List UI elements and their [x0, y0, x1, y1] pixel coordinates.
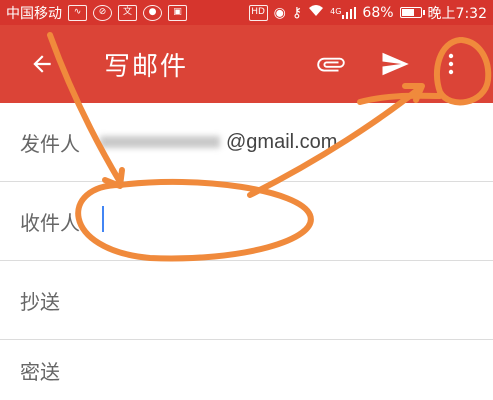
bcc-label: 密送	[20, 359, 60, 384]
eye-icon: ◉	[273, 4, 286, 21]
link-icon: ⊘	[93, 4, 112, 21]
key-icon: ⚷	[291, 4, 303, 21]
app-notification-icon: ▣	[168, 4, 187, 21]
status-bar: 中国移动 ∿ ⊘ 文 ● ▣ HD ◉ ⚷ 4G 68% 晚上7:32	[0, 0, 493, 25]
text-cursor	[102, 205, 104, 232]
from-row[interactable]: 发件人 @gmail.com	[0, 103, 493, 182]
to-input[interactable]	[100, 205, 104, 237]
battery-fill	[401, 9, 414, 16]
more-vert-icon	[448, 53, 454, 75]
from-label: 发件人	[20, 131, 80, 156]
from-domain: @gmail.com	[226, 130, 338, 153]
bcc-row[interactable]: 密送	[0, 340, 493, 400]
cc-label: 抄送	[20, 289, 60, 314]
from-value[interactable]: @gmail.com	[100, 131, 337, 154]
redacted-address	[100, 136, 220, 149]
status-right: HD ◉ ⚷ 4G 68% 晚上7:32	[248, 3, 487, 23]
translate-icon: 文	[118, 4, 137, 21]
cc-row[interactable]: 抄送	[0, 261, 493, 340]
clock: 晚上7:32	[427, 5, 487, 22]
battery-percent: 68%	[362, 4, 394, 21]
activity-icon: ∿	[68, 4, 87, 21]
more-options-button[interactable]	[429, 42, 473, 86]
compose-title: 写邮件	[104, 51, 189, 82]
chat-icon: ●	[143, 4, 162, 21]
status-left: 中国移动 ∿ ⊘ 文 ● ▣	[6, 3, 249, 23]
to-row[interactable]: 收件人	[0, 182, 493, 261]
arrow-back-icon	[33, 55, 51, 73]
to-label: 收件人	[20, 210, 80, 235]
app-bar: 写邮件	[0, 25, 493, 103]
send-icon	[382, 52, 409, 76]
carrier-label: 中国移动	[6, 5, 62, 22]
battery-icon	[399, 7, 425, 18]
attach-button[interactable]	[309, 42, 353, 86]
wifi-icon	[308, 4, 324, 21]
back-button[interactable]	[20, 42, 64, 86]
paperclip-icon	[317, 57, 345, 72]
hd-icon: HD	[248, 4, 268, 21]
network-type-label: 4G	[330, 6, 342, 16]
send-button[interactable]	[373, 42, 417, 86]
cell-signal-icon: 4G	[330, 6, 357, 19]
